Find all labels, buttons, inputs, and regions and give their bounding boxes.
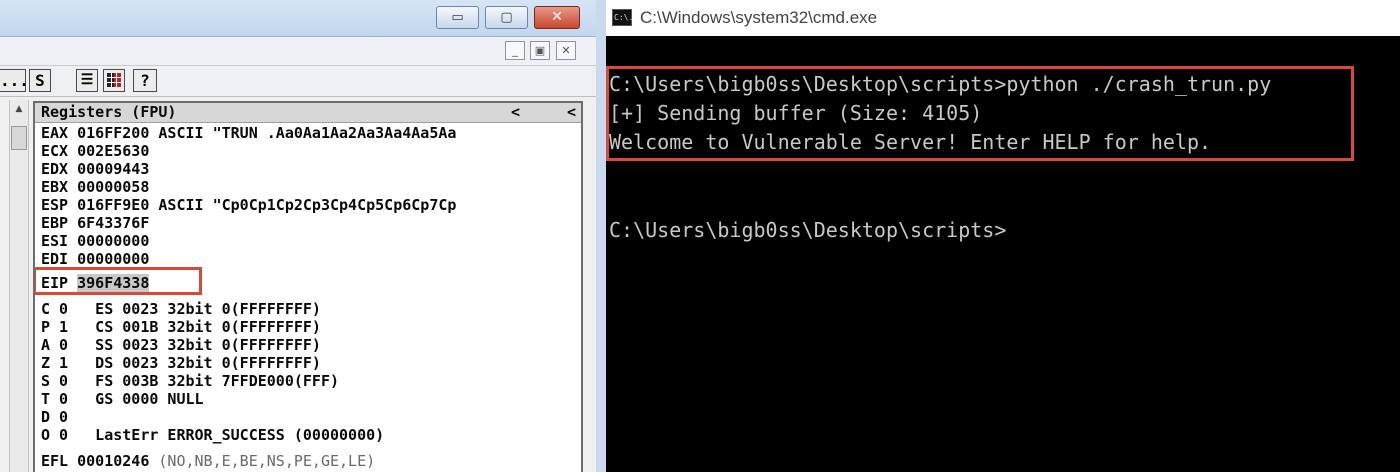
scroll-up-icon[interactable]: ▲: [10, 100, 28, 118]
maximize-icon: ▢: [500, 10, 513, 25]
minimize-button[interactable]: ▭: [436, 6, 479, 29]
help-button[interactable]: ?: [133, 69, 157, 92]
close-icon: ✕: [551, 9, 563, 25]
scroll-left-icon[interactable]: <: [511, 103, 520, 122]
eip-value: 396F4338: [77, 274, 150, 292]
debugger-titlebar: ▭ ▢ ✕: [0, 0, 596, 37]
flag-row: A 0 SS 0023 32bit 0(FFFFFFFF): [41, 336, 321, 354]
register-efl: EFL 00010246 (NO,NB,E,BE,NS,PE,GE,LE): [41, 452, 375, 470]
console-line: [+] Sending buffer (Size: 4105): [609, 101, 983, 125]
minimize-icon: ▭: [451, 10, 464, 25]
cmd-icon: C:\.: [612, 9, 633, 26]
cmd-title: C:\Windows\system32\cmd.exe: [640, 8, 878, 27]
scroll-thumb[interactable]: [11, 126, 27, 150]
s-button[interactable]: S: [29, 69, 51, 92]
scroll-left-icon[interactable]: <: [567, 103, 576, 122]
eip-label: EIP: [41, 274, 69, 292]
flag-row: S 0 FS 003B 32bit 7FFDE000(FFF): [41, 372, 340, 390]
close-button[interactable]: ✕: [534, 6, 580, 29]
console-prompt: C:\Users\bigb0ss\Desktop\scripts>: [609, 218, 1007, 242]
mdi-bar: _ ▣ ✕: [0, 37, 596, 66]
flag-row: Z 1 DS 0023 32bit 0(FFFFFFFF): [41, 354, 321, 372]
console-line: C:\Users\bigb0ss\Desktop\scripts>python …: [609, 72, 1272, 96]
flag-row: D 0: [41, 408, 69, 426]
debugger-window: ▭ ▢ ✕ _ ▣ ✕ ... S ☰ ? ▲ Registers (FPU) …: [0, 0, 596, 472]
flag-row: O 0 LastErr ERROR_SUCCESS (00000000): [41, 426, 385, 444]
list-view-button[interactable]: ☰: [76, 69, 98, 92]
mdi-minimize-button[interactable]: _: [505, 41, 525, 60]
registers-header: Registers (FPU) < <: [35, 103, 581, 123]
cmd-window: C:\. C:\Windows\system32\cmd.exe C:\User…: [596, 0, 1400, 472]
register-eax: EAX 016FF200 ASCII "TRUN .Aa0Aa1Aa2Aa3Aa…: [41, 124, 457, 142]
register-ecx: ECX 002E5630: [41, 142, 150, 160]
mdi-close-button[interactable]: ✕: [556, 41, 576, 60]
efl-description: (NO,NB,E,BE,NS,PE,GE,LE): [158, 452, 376, 470]
debugger-toolbar: ... S ☰ ?: [0, 66, 596, 97]
register-eip: EIP 396F4338: [41, 274, 150, 292]
list-icon: ☰: [80, 72, 94, 88]
maximize-button[interactable]: ▢: [485, 6, 528, 29]
register-esi: ESI 00000000: [41, 232, 150, 250]
cmd-console[interactable]: C:\Users\bigb0ss\Desktop\scripts>python …: [596, 36, 1400, 472]
registers-panel: Registers (FPU) < < EAX 016FF200 ASCII "…: [33, 101, 583, 472]
grid-icon: [107, 73, 121, 87]
register-edx: EDX 00009443: [41, 160, 150, 178]
flag-row: T 0 GS 0000 NULL: [41, 390, 204, 408]
vertical-scrollbar[interactable]: ▲: [9, 100, 29, 472]
flag-row: C 0 ES 0023 32bit 0(FFFFFFFF): [41, 300, 321, 318]
mdi-restore-button[interactable]: ▣: [530, 41, 550, 60]
grid-view-button[interactable]: [103, 69, 125, 92]
register-ebx: EBX 00000058: [41, 178, 150, 196]
console-line: Welcome to Vulnerable Server! Enter HELP…: [609, 130, 1212, 154]
registers-title: Registers (FPU): [41, 103, 177, 121]
efl-label: EFL 00010246: [41, 452, 150, 470]
register-ebp: EBP 6F43376F: [41, 214, 150, 232]
cmd-titlebar: C:\. C:\Windows\system32\cmd.exe: [596, 0, 1400, 36]
dots-button[interactable]: ...: [0, 69, 29, 92]
register-esp: ESP 016FF9E0 ASCII "Cp0Cp1Cp2Cp3Cp4Cp5Cp…: [41, 196, 457, 214]
flag-row: P 1 CS 001B 32bit 0(FFFFFFFF): [41, 318, 321, 336]
register-edi: EDI 00000000: [41, 250, 150, 268]
